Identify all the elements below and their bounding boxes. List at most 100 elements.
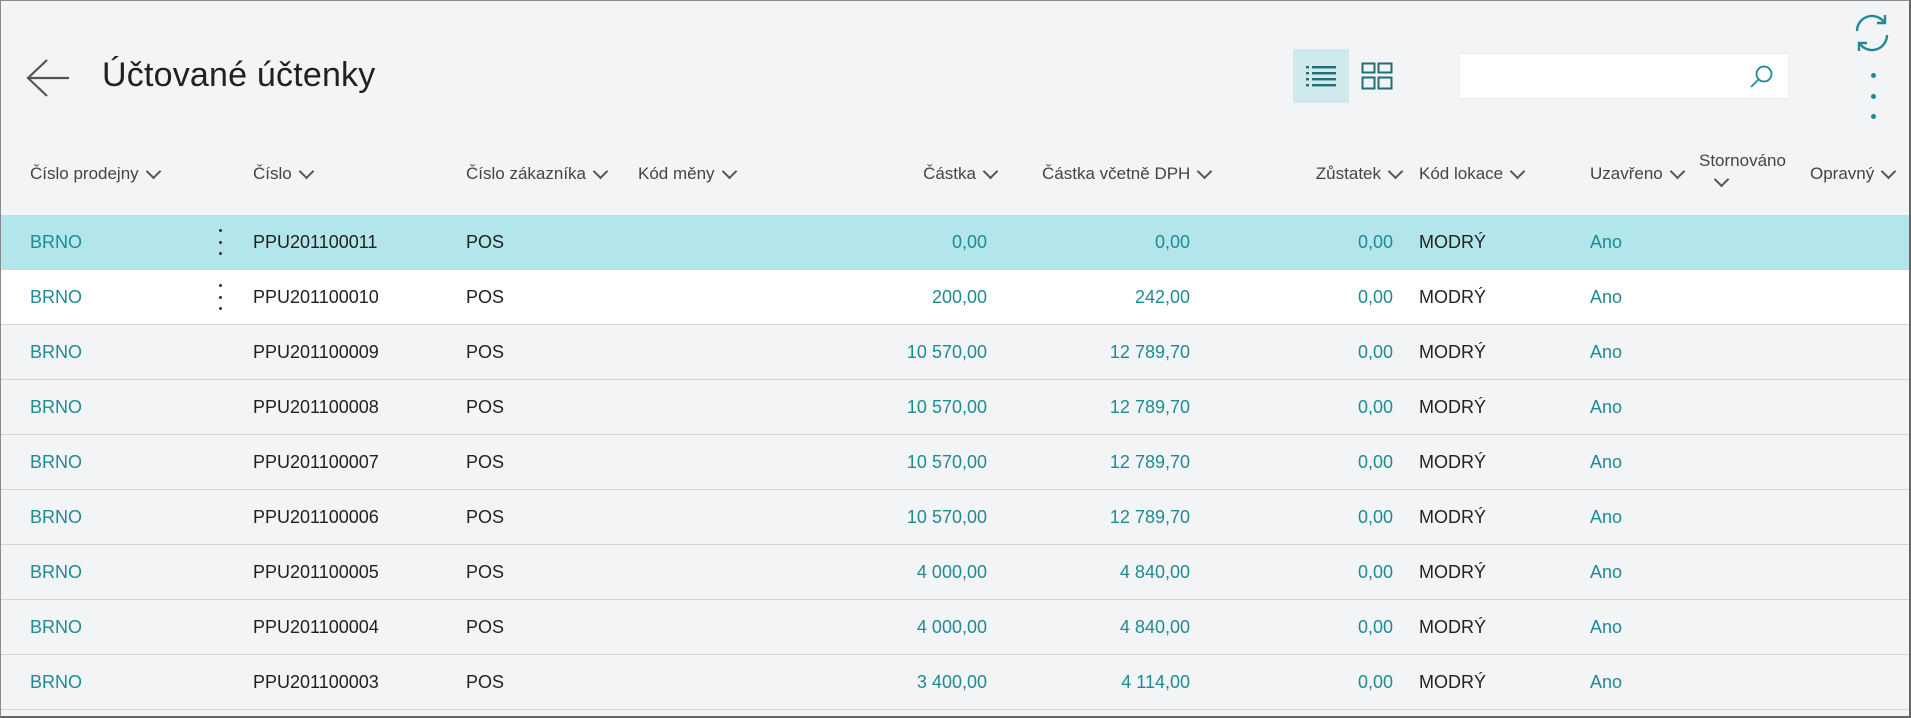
back-button[interactable] [23,53,73,103]
more-dot [218,240,222,244]
balance-cell[interactable]: 0,00 [1251,435,1393,490]
balance-cell[interactable]: 0,00 [1251,545,1393,600]
chevron-down-icon [721,163,737,180]
balance-cell[interactable]: 0,00 [1251,655,1393,710]
col-header-amount-vat[interactable]: Částka včetně DPH [1042,161,1213,187]
app-window: Účtované účtenky Číslo prodejny Číslo Čí… [0,0,1911,718]
amount-cell[interactable]: 4 000,00 [831,600,987,655]
amount-cell[interactable]: 4 000,00 [831,545,987,600]
table-row[interactable]: BRNO PPU201100005 POS 4 000,00 4 840,00 … [1,545,1909,600]
col-header-number[interactable]: Číslo [253,161,315,187]
store-link[interactable]: BRNO [30,380,82,435]
search-icon[interactable] [1748,64,1774,90]
location-cell: MODRÝ [1419,452,1486,472]
location-cell: MODRÝ [1419,287,1486,307]
row-menu-button[interactable] [213,284,227,310]
table-row[interactable]: BRNO PPU201100006 POS 10 570,00 12 789,7… [1,490,1909,545]
amount-vat-cell[interactable]: 4 840,00 [1041,600,1190,655]
balance-cell[interactable]: 0,00 [1251,600,1393,655]
closed-cell[interactable]: Ano [1590,215,1622,270]
number-cell: PPU201100007 [253,452,379,472]
closed-cell[interactable]: Ano [1590,325,1622,380]
tile-view-icon [1361,62,1393,90]
amount-cell[interactable]: 10 570,00 [831,490,987,545]
closed-cell[interactable]: Ano [1590,600,1622,655]
amount-vat-cell[interactable]: 0,00 [1041,215,1190,270]
amount-cell[interactable]: 10 570,00 [831,325,987,380]
col-header-store[interactable]: Číslo prodejny [30,161,161,187]
tile-view-button[interactable] [1351,49,1403,103]
amount-cell[interactable]: 200,00 [831,270,987,325]
store-link[interactable]: BRNO [30,325,82,380]
amount-vat-cell[interactable]: 242,00 [1041,270,1190,325]
more-vertical-icon [1870,73,1876,78]
chevron-down-icon [1713,171,1730,188]
col-header-amount[interactable]: Částka [831,161,999,187]
table-row[interactable]: BRNO PPU201100008 POS 10 570,00 12 789,7… [1,380,1909,435]
store-link[interactable]: BRNO [30,600,82,655]
closed-cell[interactable]: Ano [1590,545,1622,600]
page-title: Účtované účtenky [102,56,376,94]
chevron-down-icon [1197,163,1213,180]
balance-cell[interactable]: 0,00 [1251,380,1393,435]
table-row[interactable]: BRNO PPU201100003 POS 3 400,00 4 114,00 … [1,655,1909,710]
list-view-button[interactable] [1293,49,1349,103]
col-header-cancelled[interactable]: Stornováno [1699,151,1799,195]
col-label: Zůstatek [1315,164,1381,183]
col-header-corrective[interactable]: Opravný [1810,161,1897,187]
balance-cell[interactable]: 0,00 [1251,490,1393,545]
table-row[interactable]: BRNO PPU201100011 POS 0,00 0,00 0,00 MOD… [1,215,1909,270]
row-menu-button[interactable] [213,229,227,255]
amount-vat-cell[interactable]: 4 114,00 [1041,655,1190,710]
store-link[interactable]: BRNO [30,490,82,545]
table-row[interactable]: BRNO PPU201100007 POS 10 570,00 12 789,7… [1,435,1909,490]
col-header-balance[interactable]: Zůstatek [1251,161,1404,187]
chevron-down-icon [1387,163,1404,180]
store-link[interactable]: BRNO [30,270,82,325]
refresh-button[interactable] [1849,11,1895,55]
receipts-table: BRNO PPU201100011 POS 0,00 0,00 0,00 MOD… [1,215,1909,710]
chevron-down-icon [1880,163,1897,180]
store-link[interactable]: BRNO [30,655,82,710]
search-input[interactable] [1468,62,1742,92]
closed-cell[interactable]: Ano [1590,490,1622,545]
amount-cell[interactable]: 0,00 [831,215,987,270]
amount-cell[interactable]: 3 400,00 [831,655,987,710]
store-link[interactable]: BRNO [30,545,82,600]
col-header-currency[interactable]: Kód měny [638,161,737,187]
table-row[interactable]: BRNO PPU201100004 POS 4 000,00 4 840,00 … [1,600,1909,655]
balance-cell[interactable]: 0,00 [1251,325,1393,380]
search-box[interactable] [1459,53,1789,99]
amount-vat-cell[interactable]: 12 789,70 [1041,380,1190,435]
amount-vat-cell[interactable]: 12 789,70 [1041,435,1190,490]
closed-cell[interactable]: Ano [1590,380,1622,435]
col-header-customer[interactable]: Číslo zákazníka [466,161,609,187]
table-row[interactable]: BRNO PPU201100010 POS 200,00 242,00 0,00… [1,270,1909,325]
more-options-button[interactable] [1861,73,1885,119]
amount-cell[interactable]: 10 570,00 [831,435,987,490]
chevron-down-icon [592,163,609,180]
store-link[interactable]: BRNO [30,435,82,490]
number-cell: PPU201100006 [253,507,379,527]
location-cell: MODRÝ [1419,232,1486,252]
amount-vat-cell[interactable]: 12 789,70 [1041,490,1190,545]
amount-vat-cell[interactable]: 12 789,70 [1041,325,1190,380]
closed-cell[interactable]: Ano [1590,655,1622,710]
closed-cell[interactable]: Ano [1590,270,1622,325]
balance-cell[interactable]: 0,00 [1251,215,1393,270]
location-cell: MODRÝ [1419,507,1486,527]
amount-vat-cell[interactable]: 4 840,00 [1041,545,1190,600]
col-header-location[interactable]: Kód lokace [1419,161,1526,187]
store-link[interactable]: BRNO [30,215,82,270]
col-label: Kód lokace [1419,164,1504,183]
list-view-icon [1306,66,1336,87]
number-cell: PPU201100004 [253,617,379,637]
table-row[interactable]: BRNO PPU201100009 POS 10 570,00 12 789,7… [1,325,1909,380]
col-header-closed[interactable]: Uzavřeno [1590,161,1686,187]
number-cell: PPU201100005 [253,562,379,582]
amount-cell[interactable]: 10 570,00 [831,380,987,435]
number-cell: PPU201100008 [253,397,379,417]
chevron-down-icon [145,163,161,180]
balance-cell[interactable]: 0,00 [1251,270,1393,325]
closed-cell[interactable]: Ano [1590,435,1622,490]
